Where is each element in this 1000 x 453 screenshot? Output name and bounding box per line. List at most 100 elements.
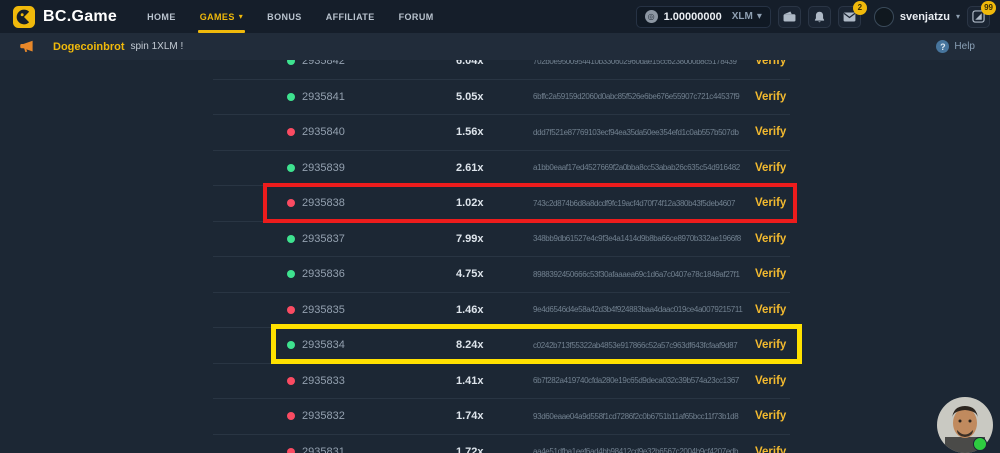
messages-button[interactable]: 2 bbox=[838, 6, 861, 28]
bet-id: 2935831 bbox=[302, 446, 345, 453]
currency-label: XLM bbox=[732, 11, 753, 22]
multiplier: 1.41x bbox=[456, 364, 484, 399]
chat-badge: 99 bbox=[981, 1, 996, 15]
result-dot-icon bbox=[287, 412, 295, 420]
result-dot-icon bbox=[287, 377, 295, 385]
multiplier: 1.56x bbox=[456, 115, 484, 150]
hash: 93d60eaae04a9d558f1cd7286f2c0b6751b11af6… bbox=[533, 399, 752, 434]
result-dot-icon bbox=[287, 235, 295, 243]
result-dot-icon bbox=[287, 306, 295, 314]
help-label: Help bbox=[954, 41, 975, 52]
multiplier: 2.61x bbox=[456, 151, 484, 186]
verify-link[interactable]: Verify bbox=[755, 364, 786, 399]
bet-id-cell: 2935832 bbox=[287, 399, 345, 434]
announcement-bar: Dogecoinbrot spin 1XLM ! ? Help bbox=[0, 33, 1000, 60]
nav-item-home[interactable]: HOME ▾ bbox=[135, 0, 188, 33]
table-row: 2935836 4.75x 8988392450666c53f30afaaaea… bbox=[213, 257, 790, 293]
mail-icon bbox=[843, 12, 856, 22]
nav-item-label: AFFILIATE bbox=[326, 12, 375, 22]
bet-id: 2935838 bbox=[302, 197, 345, 209]
bet-id: 2935832 bbox=[302, 410, 345, 422]
hash: 8988392450666c53f30afaaaea69c1d6a7c0407e… bbox=[533, 257, 752, 292]
nav-item-games[interactable]: GAMES ▾ bbox=[188, 0, 255, 33]
header-right: ◎ 1.00000000 XLM ▾ 2 bbox=[636, 6, 990, 28]
user-avatar bbox=[874, 7, 894, 27]
multiplier: 8.24x bbox=[456, 328, 484, 363]
webcam-avatar[interactable] bbox=[937, 397, 993, 453]
verify-link[interactable]: Verify bbox=[755, 115, 786, 150]
table-row: 2935832 1.74x 93d60eaae04a9d558f1cd7286f… bbox=[213, 399, 790, 435]
multiplier: 1.74x bbox=[456, 399, 484, 434]
nav-item-forum[interactable]: FORUM ▾ bbox=[387, 0, 446, 33]
verify-link[interactable]: Verify bbox=[755, 186, 786, 221]
hash: aa4e51dfba1eef6ad4bb98412cd9e32b6567c200… bbox=[533, 435, 752, 453]
chat-button[interactable]: 99 bbox=[967, 6, 990, 28]
verify-link[interactable]: Verify bbox=[755, 257, 786, 292]
announcement-message: spin 1XLM ! bbox=[131, 41, 184, 52]
multiplier: 1.02x bbox=[456, 186, 484, 221]
bet-id-cell: 2935839 bbox=[287, 151, 345, 186]
bet-id: 2935834 bbox=[302, 339, 345, 351]
verify-link[interactable]: Verify bbox=[755, 80, 786, 115]
bell-icon bbox=[814, 11, 825, 23]
brand-logo[interactable]: BC.Game bbox=[13, 6, 117, 28]
bet-id: 2935840 bbox=[302, 126, 345, 138]
verify-link[interactable]: Verify bbox=[755, 151, 786, 186]
online-status-icon bbox=[973, 437, 987, 451]
table-row: 2935837 7.99x 348bb9db61527e4c9f3e4a1414… bbox=[213, 222, 790, 258]
wallet-icon bbox=[783, 11, 796, 22]
coin-icon: ◎ bbox=[645, 10, 658, 23]
result-dot-icon bbox=[287, 128, 295, 136]
bet-id-cell: 2935837 bbox=[287, 222, 345, 257]
chevron-down-icon: ▾ bbox=[956, 12, 960, 21]
hash: ddd7f521e87769103ecf94ea35da50ee354efd1c… bbox=[533, 115, 752, 150]
chevron-down-icon: ▾ bbox=[239, 12, 243, 21]
bet-id-cell: 2935836 bbox=[287, 257, 345, 292]
multiplier: 1.72x bbox=[456, 435, 484, 453]
nav-item-bonus[interactable]: BONUS ▾ bbox=[255, 0, 314, 33]
nav-item-affiliate[interactable]: AFFILIATE ▾ bbox=[314, 0, 387, 33]
help-button[interactable]: ? Help bbox=[936, 40, 975, 53]
verify-link[interactable]: Verify bbox=[755, 222, 786, 257]
table-row: 2935833 1.41x 6b7f282a419740cfda280e19c6… bbox=[213, 364, 790, 400]
table-row: 2935834 8.24x c0242b713f55322ab4853e9178… bbox=[213, 328, 790, 364]
multiplier: 7.99x bbox=[456, 222, 484, 257]
bcgame-logo-icon bbox=[13, 6, 35, 28]
result-dot-icon bbox=[287, 93, 295, 101]
bet-id-cell: 2935833 bbox=[287, 364, 345, 399]
balance-selector[interactable]: ◎ 1.00000000 XLM ▾ bbox=[636, 6, 771, 28]
table-row: 2935841 5.05x 6bffc2a59159d2060d0abc85f5… bbox=[213, 80, 790, 116]
result-dot-icon bbox=[287, 448, 295, 453]
nav-item-label: HOME bbox=[147, 12, 176, 22]
table-row: 2935831 1.72x aa4e51dfba1eef6ad4bb98412c… bbox=[213, 435, 790, 453]
nav-item-label: FORUM bbox=[399, 12, 434, 22]
mail-badge: 2 bbox=[853, 1, 867, 15]
announcement-link[interactable]: Dogecoinbrot bbox=[53, 41, 125, 53]
notifications-button[interactable] bbox=[808, 6, 831, 28]
bet-id: 2935835 bbox=[302, 304, 345, 316]
currency-dropdown[interactable]: XLM ▾ bbox=[732, 11, 762, 22]
wallet-button[interactable] bbox=[778, 6, 801, 28]
result-dot-icon bbox=[287, 199, 295, 207]
user-menu[interactable]: svenjatzu ▾ bbox=[874, 7, 960, 27]
hash: 6bffc2a59159d2060d0abc85f526e6be676e5590… bbox=[533, 80, 752, 115]
bet-id-cell: 2935840 bbox=[287, 115, 345, 150]
brand-name: BC.Game bbox=[43, 8, 117, 26]
verify-link[interactable]: Verify bbox=[755, 293, 786, 328]
result-dot-icon bbox=[287, 341, 295, 349]
hash: 9e4d6546d4e58a42d3b4f924883baa4daac019ce… bbox=[533, 293, 752, 328]
hash: c0242b713f55322ab4853e917866c52a57c963df… bbox=[533, 328, 752, 363]
verify-link[interactable]: Verify bbox=[755, 399, 786, 434]
table-row: 2935839 2.61x a1bb0eaaf17ed4527669f2a0bb… bbox=[213, 151, 790, 187]
nav-item-label: BONUS bbox=[267, 12, 302, 22]
nav-item-label: GAMES bbox=[200, 12, 235, 22]
bet-id-cell: 2935834 bbox=[287, 328, 345, 363]
result-dot-icon bbox=[287, 164, 295, 172]
bet-id-cell: 2935831 bbox=[287, 435, 345, 453]
table-row: 2935835 1.46x 9e4d6546d4e58a42d3b4f92488… bbox=[213, 293, 790, 329]
bet-id: 2935841 bbox=[302, 91, 345, 103]
verify-link[interactable]: Verify bbox=[755, 435, 786, 453]
hash: 348bb9db61527e4c9f3e4a1414d9b8ba66ce8970… bbox=[533, 222, 752, 257]
verify-link[interactable]: Verify bbox=[755, 328, 786, 363]
bet-id: 2935837 bbox=[302, 233, 345, 245]
